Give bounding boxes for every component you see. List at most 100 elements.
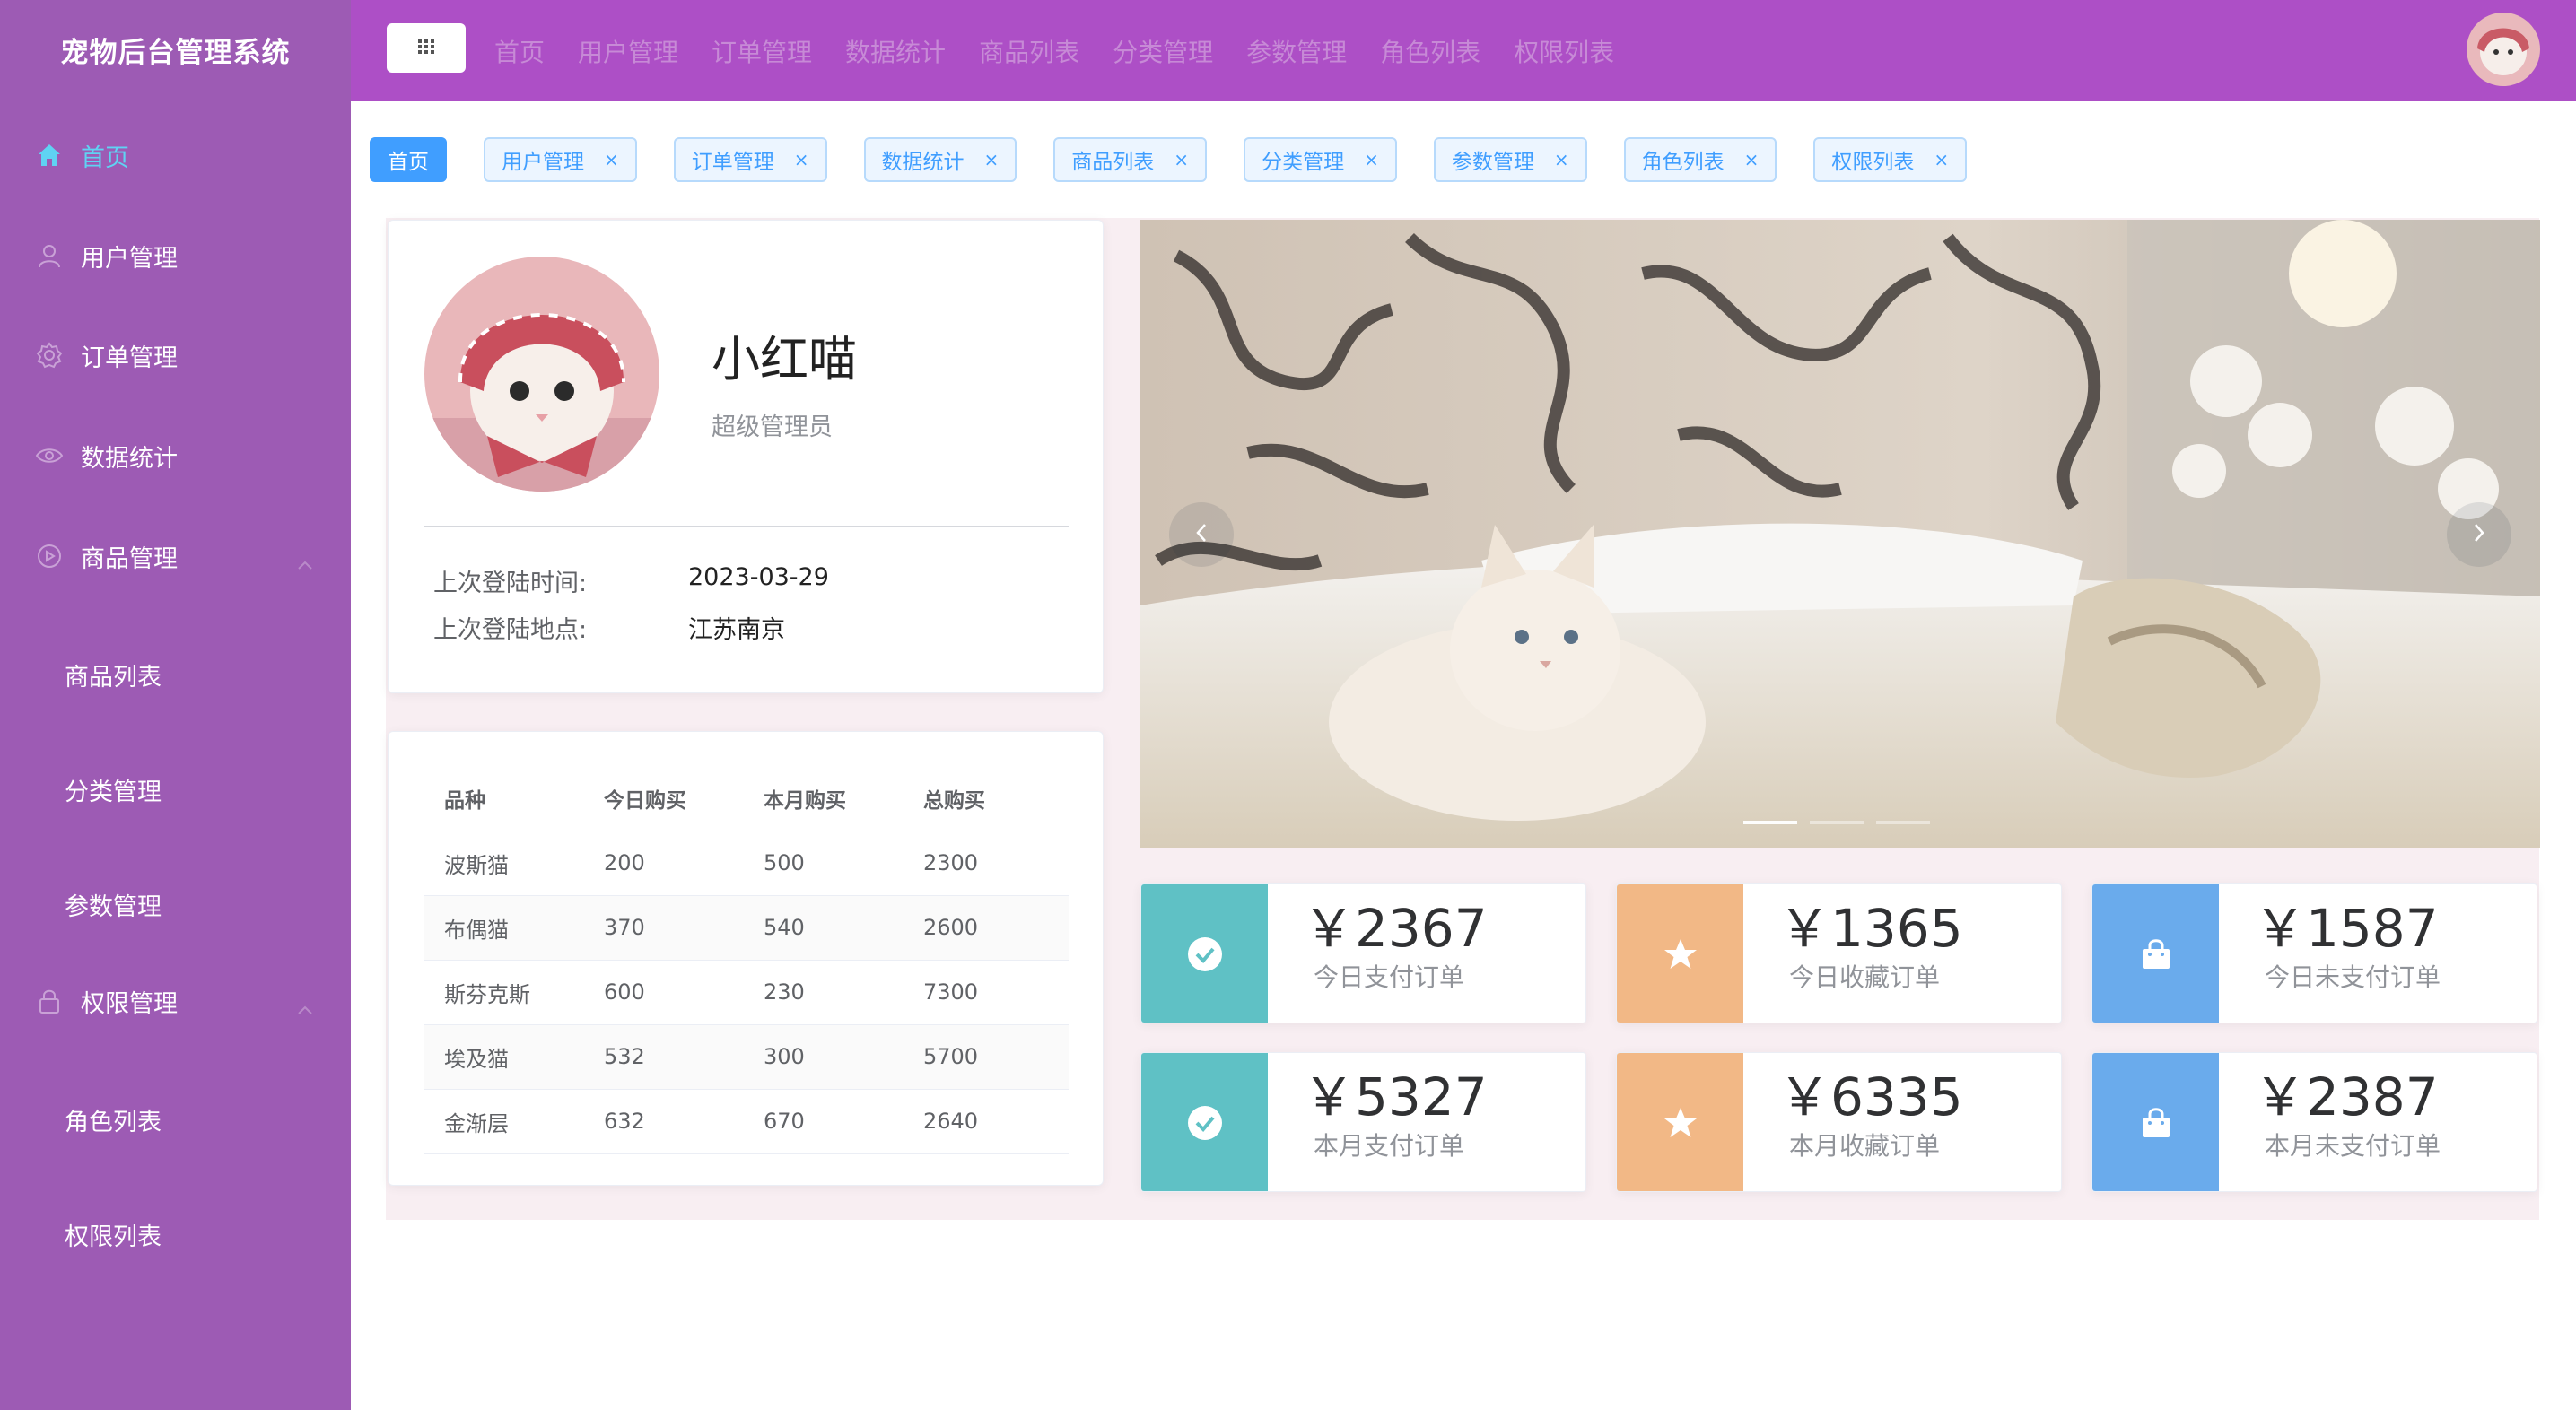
close-icon[interactable]: × [1934,149,1949,170]
close-icon[interactable]: × [1174,149,1189,170]
tag-home[interactable]: 首页 [370,137,447,182]
close-icon[interactable]: × [604,149,619,170]
tags-bar: 首页 用户管理 × 订单管理 × 数据统计 × 商品列表 × 分类管理 × 参数管理 × 角… [370,137,2004,184]
sidebar-subitem-goods-list[interactable]: 商品列表 [0,657,351,692]
stat-label: 本月收藏订单 [1789,1131,1941,1161]
stat-value: ￥2367 [1303,898,1488,959]
top-nav-item[interactable]: 参数管理 [1246,33,1347,69]
table-row: 布偶猫 370 540 2600 [424,895,1069,961]
sidebar-item-home[interactable]: 首页 [0,135,351,176]
table-cell: 532 [584,1024,744,1090]
tag-item[interactable]: 分类管理 × [1244,137,1397,182]
table-cell: 670 [744,1089,904,1154]
top-nav: 首页 用户管理 订单管理 数据统计 商品列表 分类管理 参数管理 角色列表 权限… [494,0,1647,101]
sidebar-item-goods[interactable]: 商品管理 [0,535,351,577]
table-cell: 230 [744,960,904,1025]
carousel-next-button[interactable] [2447,502,2511,567]
tag-label: 参数管理 [1451,151,1534,174]
user-name: 小红喵 [712,331,857,387]
star-icon [1617,1053,1743,1191]
stat-card: ￥6335 本月收藏订单 [1616,1052,2062,1192]
stat-card: ￥5327 本月支付订单 [1140,1052,1586,1192]
tag-item[interactable]: 商品列表 × [1053,137,1208,182]
sidebar-subitem-category[interactable]: 分类管理 [0,772,351,807]
sidebar-item-permissions[interactable]: 权限管理 [0,980,351,1022]
table-cell: 632 [584,1089,744,1154]
lock-icon [34,986,65,1016]
stat-card: ￥2367 今日支付订单 [1140,883,1586,1023]
table-cell: 300 [744,1024,904,1090]
close-icon[interactable]: × [984,149,1000,170]
table-cell: 2300 [904,831,1069,896]
sidebar-item-stats[interactable]: 数据统计 [0,435,351,476]
menu-toggle-button[interactable] [387,23,466,73]
top-nav-item[interactable]: 用户管理 [578,33,678,69]
play-circle-icon [34,541,65,571]
table-cell: 2600 [904,895,1069,961]
tag-label: 用户管理 [502,151,584,174]
tag-item[interactable]: 权限列表 × [1813,137,1968,182]
sidebar-item-label: 用户管理 [81,244,178,273]
top-nav-item[interactable]: 商品列表 [979,33,1079,69]
close-icon[interactable]: × [1554,149,1569,170]
stat-value: ￥1365 [1778,898,1963,959]
tag-label: 首页 [388,151,429,174]
user-icon [34,240,65,271]
column-header: 今日购买 [584,766,744,831]
carousel-indicator[interactable] [1876,821,1930,824]
top-nav-item[interactable]: 首页 [494,33,545,69]
top-nav-item[interactable]: 权限列表 [1514,33,1614,69]
chevron-up-icon [297,994,313,1022]
column-header: 本月购买 [744,766,904,831]
close-icon[interactable]: × [1364,149,1379,170]
tag-item[interactable]: 用户管理 × [484,137,637,182]
eye-icon [34,440,65,471]
sidebar-item-label: 数据统计 [81,444,178,473]
carousel-prev-button[interactable] [1169,502,1234,567]
tag-item[interactable]: 数据统计 × [863,137,1017,182]
shopping-bag-icon [2092,884,2219,1023]
user-role: 超级管理员 [712,413,833,441]
stat-card: ￥1365 今日收藏订单 [1616,883,2062,1023]
tag-item[interactable]: 参数管理 × [1433,137,1587,182]
sidebar-subitem-params[interactable]: 参数管理 [0,887,351,922]
stat-card: ￥2387 本月未支付订单 [2091,1052,2537,1192]
carousel-indicators [1743,821,1943,824]
table-cell: 370 [584,895,744,961]
table-row: 波斯猫 200 500 2300 [424,831,1069,896]
shopping-bag-icon [2092,1053,2219,1191]
user-avatar[interactable] [2467,13,2540,86]
tag-item[interactable]: 订单管理 × [673,137,827,182]
tag-label: 商品列表 [1071,151,1155,174]
sidebar-item-users[interactable]: 用户管理 [0,235,351,276]
tag-label: 订单管理 [691,151,774,174]
stat-label: 今日收藏订单 [1789,962,1941,992]
sidebar-item-label: 商品管理 [81,544,178,573]
sidebar-item-label: 订单管理 [81,344,178,372]
top-nav-item[interactable]: 分类管理 [1113,33,1213,69]
image-carousel[interactable] [1140,220,2540,848]
top-nav-item[interactable]: 订单管理 [712,33,812,69]
table-cell: 600 [584,960,744,1025]
sidebar-item-orders[interactable]: 订单管理 [0,335,351,376]
chevron-right-icon [2472,522,2486,547]
profile-card: 小红喵 超级管理员 上次登陆时间: 2023-03-29 上次登陆地点: 江苏南… [388,220,1104,693]
sidebar-subitem-roles[interactable]: 角色列表 [0,1102,351,1137]
top-nav-item[interactable]: 角色列表 [1380,33,1480,69]
tag-label: 数据统计 [881,151,965,174]
chevron-up-icon [297,549,313,577]
sidebar-subitem-rights[interactable]: 权限列表 [0,1217,351,1252]
tag-item[interactable]: 角色列表 × [1623,137,1777,182]
column-header: 品种 [424,766,584,831]
close-icon[interactable]: × [1744,149,1760,170]
close-icon[interactable]: × [794,149,809,170]
carousel-indicator[interactable] [1743,821,1797,824]
table-cell: 埃及猫 [424,1024,584,1090]
check-circle-icon [1141,884,1268,1023]
carousel-image [1140,220,2540,848]
top-nav-item[interactable]: 数据统计 [845,33,946,69]
purchase-table-card: 品种 今日购买 本月购买 总购买 波斯猫 200 500 2300 布偶猫 37… [388,731,1104,1186]
carousel-indicator[interactable] [1810,821,1864,824]
stat-label: 本月未支付订单 [2265,1131,2441,1161]
table-cell: 500 [744,831,904,896]
